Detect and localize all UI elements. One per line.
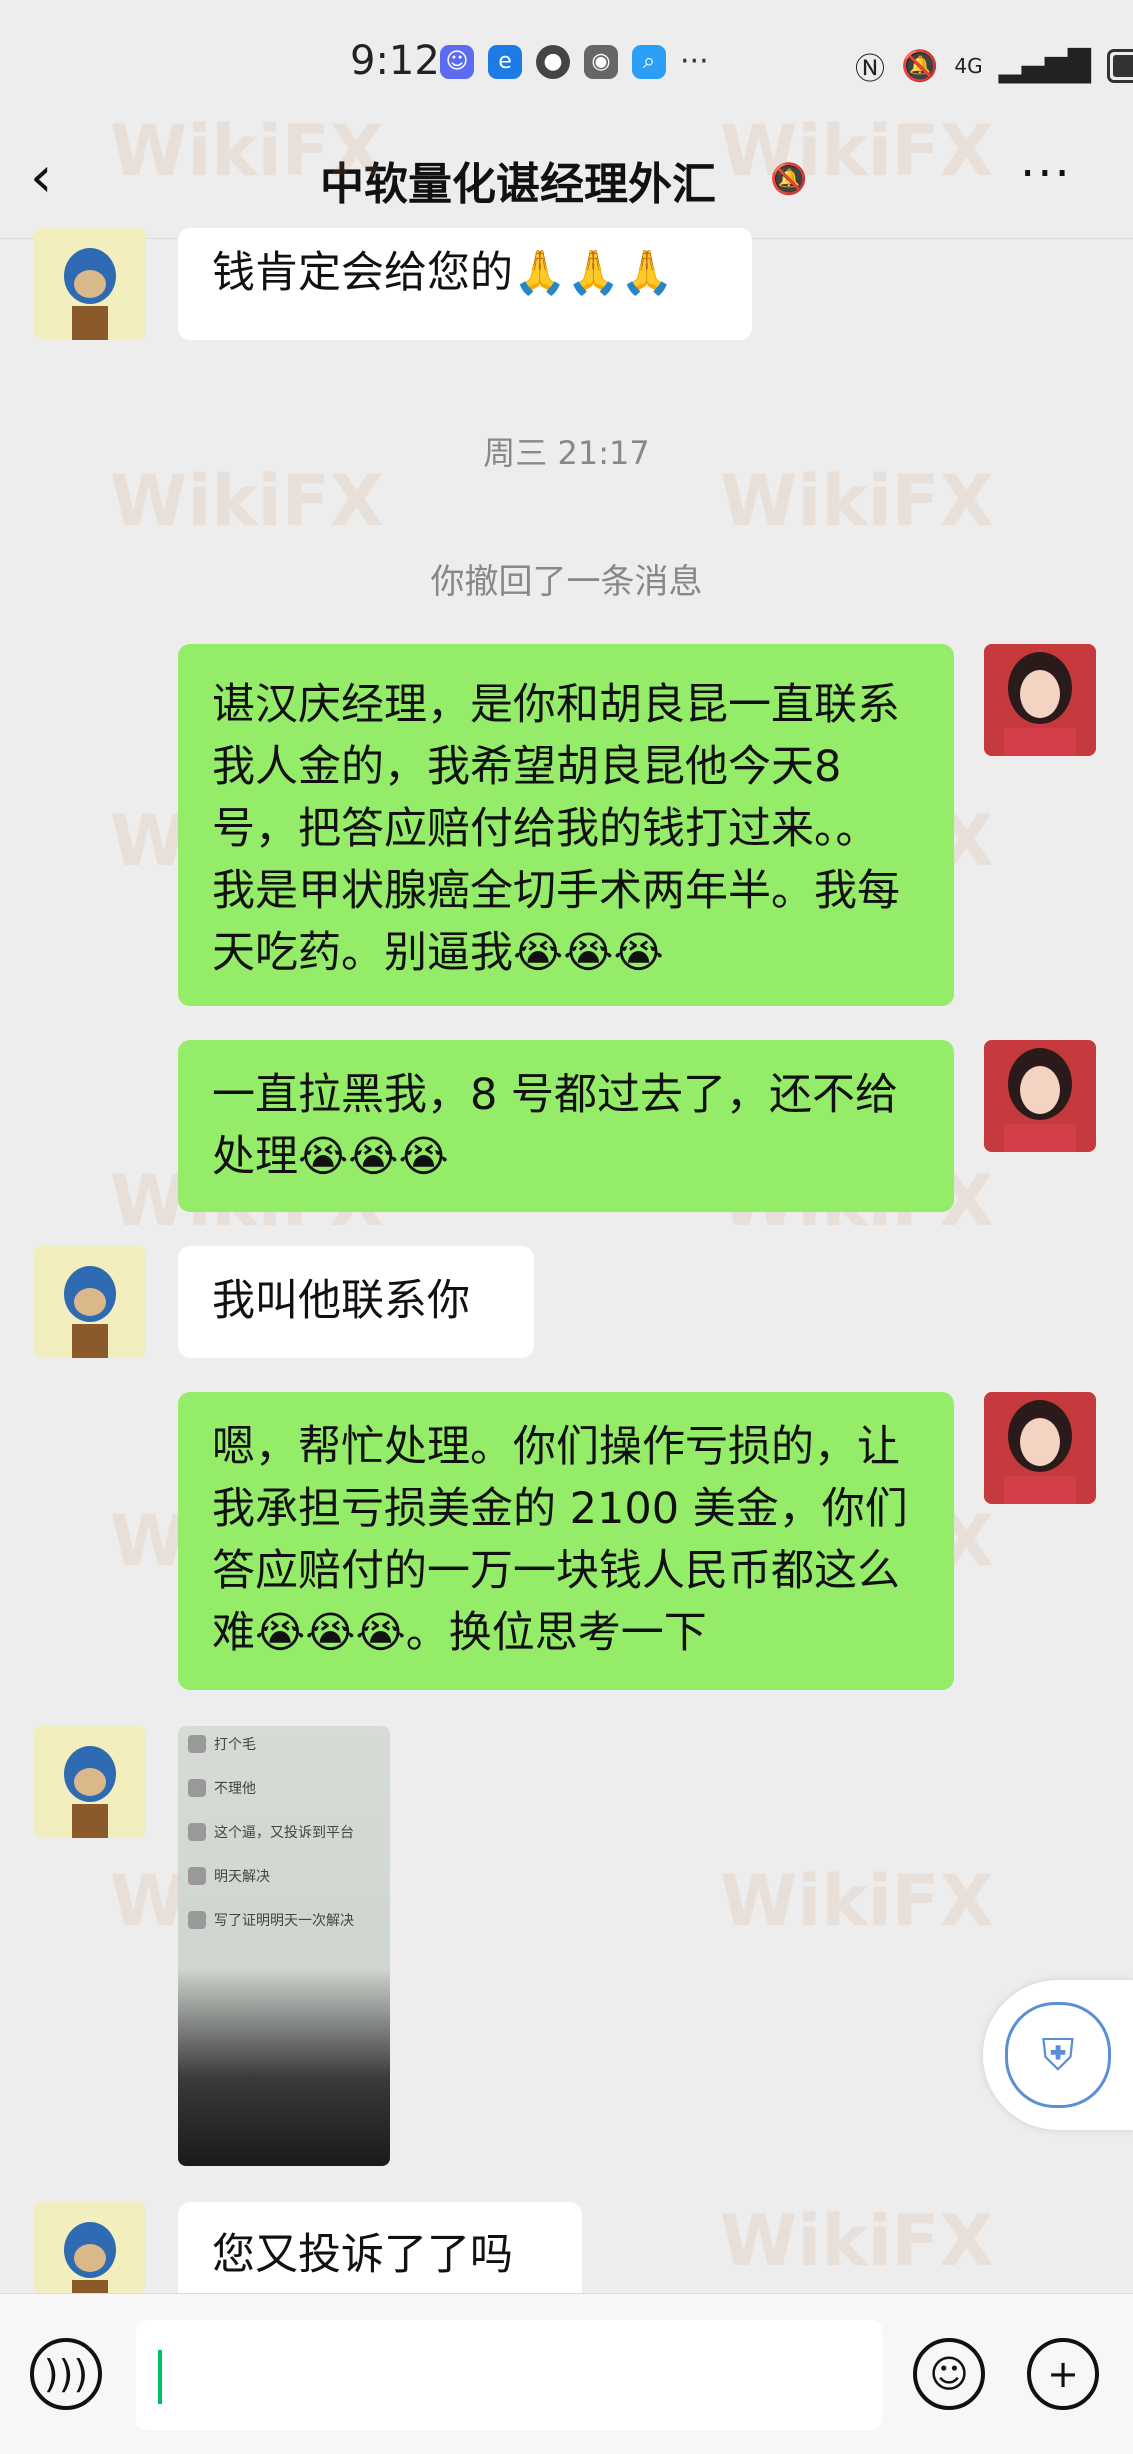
voice-input-button[interactable]: ))) (30, 2338, 102, 2410)
camera-notification-icon: ◉ (584, 44, 618, 79)
image-line: 这个逼，又投诉到平台 (188, 1822, 354, 1842)
status-bar: 9:12 ☺ e ● ◉ ⌕ ··· Ⓝ 🔕 4G ▂▄▆█ (0, 0, 1133, 130)
browser-notification-icon: e (488, 44, 522, 79)
emoji-button[interactable]: ☺ (913, 2338, 985, 2410)
floating-complaint-button[interactable]: ⛨ (983, 1980, 1133, 2130)
add-attachment-button[interactable]: + (1027, 2338, 1099, 2410)
image-line: 打个毛 (188, 1734, 256, 1754)
recall-notice[interactable]: 你撤回了一条消息 (0, 554, 1133, 603)
watermark: WikiFX (720, 2200, 994, 2282)
more-options-button[interactable]: ··· (1020, 146, 1072, 202)
back-button[interactable]: ‹ (30, 146, 90, 210)
image-line: 不理他 (188, 1778, 256, 1798)
image-line: 写了证明明天一次解决 (188, 1910, 354, 1930)
input-bar: ))) ☺ + (0, 2293, 1133, 2454)
message-bubble-outgoing[interactable]: 谌汉庆经理，是你和胡良昆一直联系我人金的，我希望胡良昆他今天8 号，把答应赔付给… (178, 644, 954, 1006)
more-notifications-icon: ··· (680, 44, 709, 79)
mute-status-icon: 🔕 (901, 48, 939, 84)
search-notification-icon: ⌕ (632, 44, 666, 79)
shield-user-icon: ⛨ (1005, 2002, 1111, 2108)
message-bubble-incoming[interactable]: 钱肯定会给您的🙏🙏🙏 (178, 228, 752, 340)
chat-title: 中软量化谌经理外汇 (320, 159, 716, 210)
self-avatar[interactable] (984, 644, 1096, 756)
signal-icon: ▂▄▆█ (998, 48, 1091, 84)
contact-avatar[interactable] (34, 1246, 146, 1358)
message-bubble-outgoing[interactable]: 一直拉黑我，8 号都过去了，还不给处理😭😭😭 (178, 1040, 954, 1212)
chat-header: ‹ 中软量化谌经理外汇 🔕 ··· (0, 118, 1133, 239)
app-notification-icon: ☺ (440, 44, 474, 79)
network-type: 4G (954, 54, 983, 78)
watermark: WikiFX (720, 1860, 994, 1942)
contact-avatar[interactable] (34, 1726, 146, 1838)
status-app-icons: ☺ e ● ◉ ⌕ ··· (440, 44, 709, 79)
image-message[interactable]: 打个毛 不理他 这个逼，又投诉到平台 明天解决 写了证明明天一次解决 (178, 1726, 390, 2166)
status-time: 9:12 (350, 38, 440, 84)
battery-icon (1106, 49, 1133, 83)
mute-bell-icon: 🔕 (770, 162, 808, 197)
message-bubble-outgoing[interactable]: 嗯，帮忙处理。你们操作亏损的，让我承担亏损美金的 2100 美金，你们答应赔付的… (178, 1392, 954, 1690)
message-bubble-incoming[interactable]: 我叫他联系你 (178, 1246, 534, 1358)
status-right: Ⓝ 🔕 4G ▂▄▆█ (855, 44, 1133, 88)
contact-avatar[interactable] (34, 2202, 146, 2293)
image-line: 明天解决 (188, 1866, 270, 1886)
text-caret (158, 2350, 162, 2404)
chat-notification-icon: ● (536, 44, 570, 79)
self-avatar[interactable] (984, 1040, 1096, 1152)
message-bubble-incoming[interactable]: 您又投诉了了吗 (178, 2202, 582, 2293)
contact-avatar[interactable] (34, 228, 146, 340)
message-input[interactable] (136, 2320, 882, 2430)
timestamp-label: 周三 21:17 (483, 434, 650, 472)
self-avatar[interactable] (984, 1392, 1096, 1504)
nfc-icon: Ⓝ (855, 52, 885, 87)
